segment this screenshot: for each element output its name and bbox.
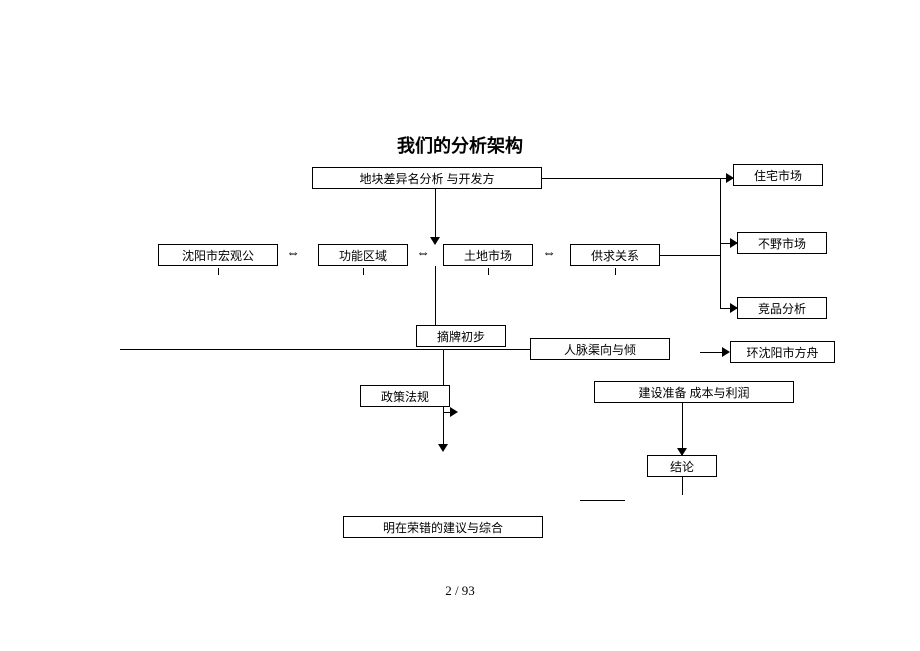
arrow-right-icon xyxy=(730,238,738,248)
tick xyxy=(488,268,489,275)
box-field-market: 不野市场 xyxy=(737,232,827,254)
arrow-right-icon xyxy=(726,173,734,183)
box-supply-demand: 供求关系 xyxy=(570,244,660,266)
connector xyxy=(542,178,720,179)
arrow-down-icon xyxy=(677,448,687,456)
box-bid: 摘牌初步 xyxy=(416,325,506,347)
connector xyxy=(120,349,530,350)
page-title: 我们的分析架构 xyxy=(0,132,920,158)
box-shenyang-ark: 环沈阳市方舟 xyxy=(730,341,835,363)
connector xyxy=(443,349,444,385)
connector xyxy=(580,500,625,501)
box-functional: 功能区域 xyxy=(318,244,408,266)
box-people: 人脉渠向与倾 xyxy=(530,338,670,360)
arrow-right-icon xyxy=(450,407,458,417)
box-cost-profit: 建设准备 成本与利润 xyxy=(594,381,794,403)
arrow-right-icon xyxy=(722,347,730,357)
connector xyxy=(443,407,444,447)
box-competitor: 竞品分析 xyxy=(737,297,827,319)
box-residential: 住宅市场 xyxy=(733,164,823,186)
tick xyxy=(363,268,364,275)
connector xyxy=(660,255,720,256)
connector xyxy=(435,266,436,325)
box-land-market: 土地市场 xyxy=(443,244,533,266)
box-top-analysis: 地块差异名分析 与开发方 xyxy=(312,167,542,189)
box-policy: 政策法规 xyxy=(360,385,450,407)
double-arrow-icon: ⇔ xyxy=(286,246,300,262)
arrow-down-icon xyxy=(438,444,448,452)
box-suggestion: 明在荣错的建议与综合 xyxy=(343,516,543,538)
tick xyxy=(615,268,616,275)
connector xyxy=(435,189,436,244)
box-macro: 沈阳市宏观公 xyxy=(158,244,278,266)
arrow-down-icon xyxy=(430,237,440,245)
double-arrow-icon: ⇔ xyxy=(416,246,430,262)
page-footer: 2 / 93 xyxy=(0,583,920,599)
tick xyxy=(218,268,219,275)
double-arrow-icon: ⇔ xyxy=(542,246,556,262)
arrow-right-icon xyxy=(730,303,738,313)
connector xyxy=(682,477,683,495)
box-conclusion: 结论 xyxy=(647,455,717,477)
